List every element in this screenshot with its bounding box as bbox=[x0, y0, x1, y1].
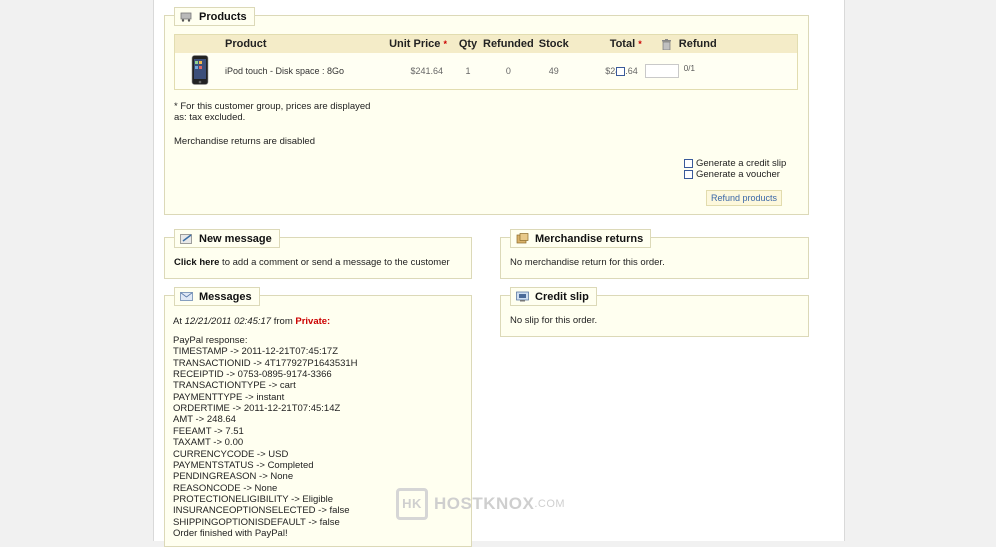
credit-slip-legend-label: Credit slip bbox=[535, 290, 589, 303]
returns-disabled-text: Merchandise returns are disabled bbox=[174, 136, 315, 147]
envelope-icon bbox=[180, 292, 193, 301]
col-unit-price: Unit Price * bbox=[375, 34, 453, 53]
message-private: Private: bbox=[295, 316, 331, 327]
products-table: Product Unit Price * Qty Refunded Stock … bbox=[174, 34, 798, 90]
message-line: REASONCODE -> None bbox=[173, 482, 278, 494]
refund-cell: 0/1 bbox=[615, 53, 798, 90]
merchandise-returns-legend: Merchandise returns bbox=[510, 229, 652, 248]
message-line: PayPal response: bbox=[173, 335, 248, 346]
new-message-legend-label: New message bbox=[199, 232, 272, 245]
edit-message-icon bbox=[180, 234, 192, 244]
stock-cell: 49 bbox=[533, 53, 574, 90]
new-message-text: Click here to add a comment or send a me… bbox=[174, 257, 450, 268]
col-product: Product bbox=[225, 34, 375, 53]
messages-legend: Messages bbox=[174, 287, 260, 306]
credit-slip-fieldset: Credit slip No slip for this order. bbox=[500, 287, 809, 337]
refunded-cell: 0 bbox=[483, 53, 534, 90]
merchandise-returns-text: No merchandise return for this order. bbox=[510, 257, 665, 268]
message-line: TAXAMT -> 0.00 bbox=[173, 437, 244, 449]
col-total: Total * bbox=[573, 34, 646, 53]
click-here-link[interactable]: Click here bbox=[174, 257, 219, 268]
message-line: INSURANCEOPTIONSELECTED -> false bbox=[173, 505, 350, 517]
hostknox-logo-badge: HK bbox=[396, 488, 428, 520]
new-message-legend: New message bbox=[174, 229, 280, 248]
products-legend-label: Products bbox=[199, 10, 247, 23]
message-line: PAYMENTTYPE -> instant bbox=[173, 391, 285, 403]
products-fieldset: Products Product Unit Price * Qty Refund… bbox=[164, 7, 809, 215]
message-line: TRANSACTIONTYPE -> cart bbox=[173, 380, 296, 392]
product-image-cell bbox=[174, 53, 225, 90]
price-note-line2: as: tax excluded. bbox=[174, 112, 246, 123]
new-message-fieldset: New message Click here to add a comment … bbox=[164, 229, 472, 279]
total-cell: $241.64 bbox=[573, 53, 646, 90]
product-name[interactable]: iPod touch - Disk space : 8Go bbox=[225, 53, 375, 90]
message-line: FEEAMT -> 7.51 bbox=[173, 425, 244, 437]
credit-slip-icon bbox=[516, 291, 529, 302]
col-refund: Refund bbox=[645, 34, 798, 53]
price-note-line1: * For this customer group, prices are di… bbox=[174, 101, 371, 112]
products-legend: Products bbox=[174, 7, 255, 26]
credit-slip-checkbox[interactable] bbox=[684, 158, 693, 168]
col-qty: Qty bbox=[453, 34, 483, 53]
message-line: PENDINGREASON -> None bbox=[173, 471, 294, 483]
refund-checkbox[interactable] bbox=[615, 66, 625, 76]
message-line: Order finished with PayPal! bbox=[173, 527, 288, 539]
unit-price-cell: $241.64 bbox=[375, 53, 453, 90]
voucher-checkbox[interactable] bbox=[684, 169, 693, 179]
package-icon bbox=[516, 233, 529, 244]
message-line: RECEIPTID -> 0753-0895-9174-3366 bbox=[173, 369, 332, 381]
credit-slip-legend: Credit slip bbox=[510, 287, 597, 306]
cart-icon bbox=[180, 12, 192, 22]
unit-price-star: * bbox=[443, 39, 447, 49]
col-refunded: Refunded bbox=[483, 34, 534, 53]
message-line: PROTECTIONELIGIBILITY -> Eligible bbox=[173, 493, 334, 505]
col-stock: Stock bbox=[533, 34, 574, 53]
generate-credit-slip-option[interactable]: Generate a credit slip bbox=[684, 158, 786, 169]
message-line: CURRENCYCODE -> USD bbox=[173, 448, 289, 460]
ipod-image bbox=[191, 55, 209, 85]
table-row: iPod touch - Disk space : 8Go $241.64 1 … bbox=[174, 53, 798, 90]
qty-cell: 1 bbox=[453, 53, 483, 90]
hostknox-brand: HOSTKNOX bbox=[434, 494, 535, 513]
message-line: SHIPPINGOPTIONISDEFAULT -> false bbox=[173, 516, 340, 528]
message-header: At 12/21/2011 02:45:17 from Private: bbox=[173, 316, 331, 327]
order-page: Products Product Unit Price * Qty Refund… bbox=[153, 0, 845, 547]
refund-products-button[interactable]: Refund products bbox=[706, 190, 783, 206]
message-line: AMT -> 248.64 bbox=[173, 414, 236, 426]
refund-qty-suffix: 0/1 bbox=[683, 64, 695, 73]
products-header-row: Product Unit Price * Qty Refunded Stock … bbox=[174, 34, 798, 53]
merchandise-returns-fieldset: Merchandise returns No merchandise retur… bbox=[500, 229, 809, 279]
message-date: 12/21/2011 02:45:17 bbox=[184, 316, 272, 327]
refund-qty-input[interactable] bbox=[645, 64, 680, 78]
messages-legend-label: Messages bbox=[199, 290, 252, 303]
total-star: * bbox=[638, 39, 642, 49]
message-line: PAYMENTSTATUS -> Completed bbox=[173, 459, 314, 471]
merchandise-returns-legend-label: Merchandise returns bbox=[535, 232, 644, 245]
trash-icon bbox=[661, 38, 671, 50]
message-line: TRANSACTIONID -> 4T177927P1643531H bbox=[173, 357, 358, 369]
message-line: TIMESTAMP -> 2011-12-21T07:45:17Z bbox=[173, 346, 339, 358]
generate-voucher-option[interactable]: Generate a voucher bbox=[684, 169, 780, 180]
hostknox-tld: .COM bbox=[534, 498, 566, 510]
hostknox-watermark: HK HOSTKNOX .COM bbox=[396, 488, 565, 520]
credit-slip-text: No slip for this order. bbox=[510, 315, 598, 326]
message-line: ORDERTIME -> 2011-12-21T07:45:14Z bbox=[173, 403, 341, 415]
